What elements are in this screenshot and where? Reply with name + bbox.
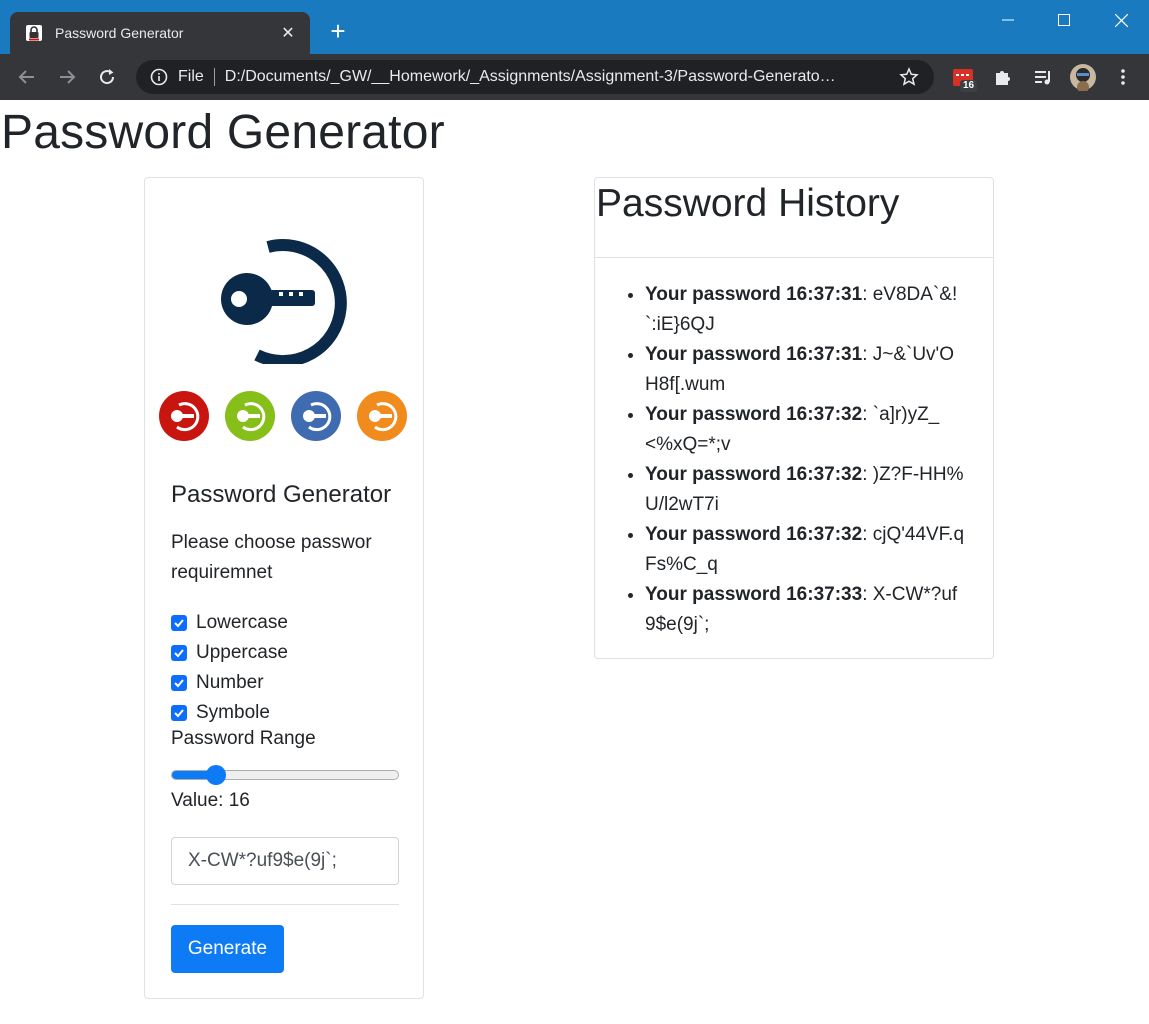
- key-logo-icon: [217, 234, 351, 369]
- profile-avatar-icon[interactable]: [1068, 62, 1098, 92]
- uppercase-label: Uppercase: [196, 642, 288, 663]
- history-item: Your password 16:37:32: )Z?F-HH%U/l2wT7i: [645, 460, 965, 520]
- slider-track: [171, 770, 399, 780]
- history-item: Your password 16:37:31: J~&`Uv'OH8f[.wum: [645, 340, 965, 400]
- option-lowercase[interactable]: Lowercase: [171, 608, 288, 638]
- calendar-extension-icon[interactable]: 16: [948, 62, 978, 92]
- lowercase-label: Lowercase: [196, 612, 288, 633]
- password-output-field[interactable]: X-CW*?uf9$e(9j`;: [171, 837, 399, 885]
- browser-titlebar: Password Generator ✕ +: [0, 0, 1149, 54]
- orange-key-icon: [357, 391, 407, 441]
- symbol-label: Symbole: [196, 702, 270, 723]
- puzzle-extensions-icon[interactable]: [988, 62, 1018, 92]
- info-icon[interactable]: [150, 68, 168, 86]
- close-window-icon[interactable]: [1092, 0, 1149, 40]
- generator-heading: Password Generator: [171, 481, 392, 508]
- new-tab-plus-icon[interactable]: +: [324, 18, 352, 46]
- history-item-label: Your password 16:37:33: [645, 584, 863, 605]
- chrome-menu-kebab-icon[interactable]: [1108, 62, 1138, 92]
- page-title: Password Generator: [1, 106, 445, 159]
- generator-instructions: Please choose passwor requiremnet: [171, 532, 372, 583]
- tab-close-icon[interactable]: ✕: [278, 23, 298, 43]
- history-list: Your password 16:37:31: eV8DA`&!`:iE}6QJ…: [645, 280, 965, 640]
- slider-thumb[interactable]: [206, 765, 227, 785]
- number-label: Number: [196, 672, 264, 693]
- history-header: Password History: [595, 178, 993, 258]
- generator-card: Password Generator Please choose passwor…: [144, 177, 424, 999]
- bookmark-star-icon[interactable]: [898, 66, 920, 88]
- history-card: Password History Your password 16:37:31:…: [594, 177, 994, 659]
- tab-title: Password Generator: [55, 25, 184, 41]
- history-item-label: Your password 16:37:32: [645, 524, 863, 545]
- blue-key-icon: [291, 391, 341, 441]
- uppercase-checkbox[interactable]: [171, 645, 187, 661]
- generate-button[interactable]: Generate: [171, 925, 284, 973]
- number-checkbox[interactable]: [171, 675, 187, 691]
- green-key-icon: [225, 391, 275, 441]
- address-bar[interactable]: File D:/Documents/_GW/__Homework/_Assign…: [136, 60, 934, 94]
- password-range-label: Password Range: [171, 728, 316, 749]
- length-value-text: Value: 16: [171, 790, 250, 811]
- color-key-icons: [159, 391, 411, 443]
- red-key-icon: [159, 391, 209, 441]
- history-item-label: Your password 16:37:32: [645, 464, 863, 485]
- maximize-icon[interactable]: [1035, 0, 1093, 40]
- option-uppercase[interactable]: Uppercase: [171, 638, 288, 668]
- symbol-checkbox[interactable]: [171, 705, 187, 721]
- reload-icon[interactable]: [92, 62, 122, 92]
- lock-favicon-icon: [24, 23, 44, 43]
- url-scheme: File: [178, 68, 204, 85]
- divider: [171, 904, 399, 905]
- history-item: Your password 16:37:33: X-CW*?uf9$e(9j`;: [645, 580, 965, 640]
- history-item-label: Your password 16:37:32: [645, 404, 863, 425]
- extension-badge: 16: [960, 80, 978, 92]
- url-separator: [213, 68, 215, 86]
- forward-arrow-icon[interactable]: [52, 62, 82, 92]
- history-item-label: Your password 16:37:31: [645, 344, 863, 365]
- url-text[interactable]: D:/Documents/_GW/__Homework/_Assignments…: [225, 68, 898, 86]
- history-item-label: Your password 16:37:31: [645, 284, 863, 305]
- option-number[interactable]: Number: [171, 668, 264, 698]
- history-title: Password History: [596, 182, 900, 225]
- minimize-icon[interactable]: [979, 0, 1037, 40]
- password-length-slider[interactable]: [171, 764, 399, 786]
- media-queue-icon[interactable]: [1028, 62, 1058, 92]
- history-item: Your password 16:37:31: eV8DA`&!`:iE}6QJ: [645, 280, 965, 340]
- browser-tab[interactable]: Password Generator ✕: [10, 12, 310, 54]
- browser-toolbar: File D:/Documents/_GW/__Homework/_Assign…: [0, 54, 1149, 100]
- lowercase-checkbox[interactable]: [171, 615, 187, 631]
- history-item: Your password 16:37:32: `a]r)yZ_<%xQ=*;v: [645, 400, 965, 460]
- history-item: Your password 16:37:32: cjQ'44VF.qFs%C_q: [645, 520, 965, 580]
- back-arrow-icon[interactable]: [12, 62, 42, 92]
- option-symbol[interactable]: Symbole: [171, 698, 270, 728]
